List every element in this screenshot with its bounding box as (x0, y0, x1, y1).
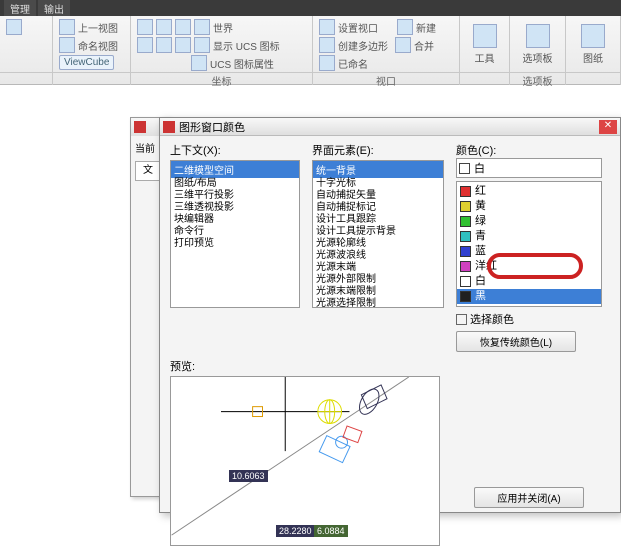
ribbon: 管理 输出 上一视图 命名视图 ViewCube 世界 显示 (0, 0, 621, 85)
behind-tab[interactable]: 文 (135, 161, 161, 181)
list-item[interactable]: 自动捕捉矢量 (313, 190, 443, 202)
menubar: 管理 输出 (0, 0, 621, 16)
list-item[interactable]: 光源末端限制 (313, 286, 443, 298)
close-icon[interactable]: ✕ (599, 120, 617, 134)
app-icon (134, 121, 146, 133)
new-icon[interactable] (397, 19, 413, 35)
color-swatch-icon (460, 276, 471, 287)
color-label: 颜色(C): (456, 142, 602, 158)
back-icon[interactable] (6, 19, 22, 35)
color-dialog: 图形窗口颜色 ✕ 上下文(X): 二维模型空间 图纸/布局 三维平行投影 三维透… (159, 117, 621, 513)
color-swatch-icon (460, 216, 471, 227)
list-item[interactable]: 二维模型空间 (171, 161, 299, 178)
palette-icon[interactable] (526, 24, 550, 48)
color-swatch-icon (460, 261, 471, 272)
prev-view-icon[interactable] (59, 19, 75, 35)
preview-value: 10.6063 (229, 470, 268, 482)
preview-svg (171, 377, 439, 545)
ribbon-panel-labels: 坐标 视口 选项板 (0, 72, 621, 85)
list-item[interactable]: 自动捕捉标记 (313, 202, 443, 214)
select-color-row[interactable]: 选择颜色 (456, 311, 602, 327)
list-item[interactable]: 光源轮廓线 (313, 238, 443, 250)
color-item[interactable]: 青 (457, 229, 601, 244)
preview-box: 10.6063 28.2280 6.0884 (170, 376, 440, 546)
named-view-icon[interactable] (59, 37, 75, 53)
list-item[interactable]: 三维透视投影 (171, 202, 299, 214)
ucs-icon[interactable] (156, 19, 172, 35)
apply-close-button[interactable]: 应用并关闭(A) (474, 487, 584, 508)
list-item[interactable]: 光源末端 (313, 262, 443, 274)
menu-item[interactable]: 管理 (4, 0, 36, 16)
list-item[interactable]: 光源波浪线 (313, 250, 443, 262)
color-current[interactable]: 白 (456, 158, 602, 178)
merge-icon[interactable] (395, 37, 411, 53)
color-swatch-icon (460, 231, 471, 242)
app-icon (163, 121, 175, 133)
set-viewport-icon[interactable] (319, 19, 335, 35)
list-item[interactable]: 统一背景 (313, 161, 443, 178)
list-item[interactable]: 十字光标 (313, 178, 443, 190)
element-listbox[interactable]: 统一背景 十字光标 自动捕捉矢量 自动捕捉标记 设计工具跟踪 设计工具提示背景 … (312, 160, 444, 308)
ucs-icon[interactable] (137, 19, 153, 35)
panel-label: 选项板 (510, 73, 566, 85)
ucs-icon[interactable] (156, 37, 172, 53)
list-item[interactable]: 块编辑器 (171, 214, 299, 226)
world-icon[interactable] (194, 19, 210, 35)
context-listbox[interactable]: 二维模型空间 图纸/布局 三维平行投影 三维透视投影 块编辑器 命令行 打印预览 (170, 160, 300, 308)
color-item[interactable]: 红 (457, 184, 601, 199)
list-item[interactable]: 三维平行投影 (171, 190, 299, 202)
world-label: 世界 (213, 20, 233, 35)
sheet-icon[interactable] (581, 24, 605, 48)
element-label: 界面元素(E): (312, 142, 444, 158)
color-swatch-icon (460, 186, 471, 197)
color-swatch-icon (460, 291, 471, 302)
preview-label: 预览: (170, 358, 610, 374)
list-item[interactable]: 打印预览 (171, 238, 299, 250)
restore-button[interactable]: 恢复传统颜色(L) (456, 331, 576, 352)
named-view-label: 命名视图 (78, 38, 118, 53)
color-item[interactable]: 黑 (457, 289, 601, 304)
color-item[interactable]: 洋红 (457, 259, 601, 274)
list-item[interactable]: 命令行 (171, 226, 299, 238)
panel-label: 视口 (313, 73, 460, 85)
panel-label: 坐标 (131, 73, 313, 85)
tools-icon[interactable] (473, 24, 497, 48)
create-poly-icon[interactable] (319, 37, 335, 53)
color-swatch-icon (459, 163, 470, 174)
color-swatch-icon (460, 246, 471, 257)
dialog-titlebar[interactable]: 图形窗口颜色 ✕ (160, 118, 620, 136)
show-ucs-label: 显示 UCS 图标 (213, 38, 280, 53)
color-item[interactable]: 绿 (457, 214, 601, 229)
ucs-icon[interactable] (175, 37, 191, 53)
ucs-props-icon[interactable] (191, 55, 207, 71)
color-item[interactable]: 蓝 (457, 244, 601, 259)
color-item[interactable]: 黄 (457, 199, 601, 214)
ucs-props-label: UCS 图标属性 (210, 56, 274, 71)
color-swatch-icon (460, 201, 471, 212)
color-list[interactable]: 红 黄 绿 青 蓝 洋红 白 黑 (456, 181, 602, 307)
prev-view-label: 上一视图 (78, 20, 118, 35)
ucs-icon[interactable] (175, 19, 191, 35)
ucs-icon[interactable] (137, 37, 153, 53)
list-item[interactable]: 光源选择限制 (313, 298, 443, 308)
list-item[interactable]: 光源外部限制 (313, 274, 443, 286)
dialog-title: 图形窗口颜色 (179, 119, 599, 135)
list-item[interactable]: 设计工具提示背景 (313, 226, 443, 238)
context-label: 上下文(X): (170, 142, 300, 158)
menu-item[interactable]: 输出 (38, 0, 70, 16)
color-item[interactable]: 白 (457, 274, 601, 289)
list-item[interactable]: 设计工具跟踪 (313, 214, 443, 226)
show-ucs-icon[interactable] (194, 37, 210, 53)
preview-value: 28.2280 (276, 525, 315, 537)
viewcube-button[interactable]: ViewCube (59, 55, 114, 70)
named-vp-icon[interactable] (319, 55, 335, 71)
checkbox-icon[interactable] (456, 314, 467, 325)
preview-value: 6.0884 (314, 525, 348, 537)
list-item[interactable]: 图纸/布局 (171, 178, 299, 190)
